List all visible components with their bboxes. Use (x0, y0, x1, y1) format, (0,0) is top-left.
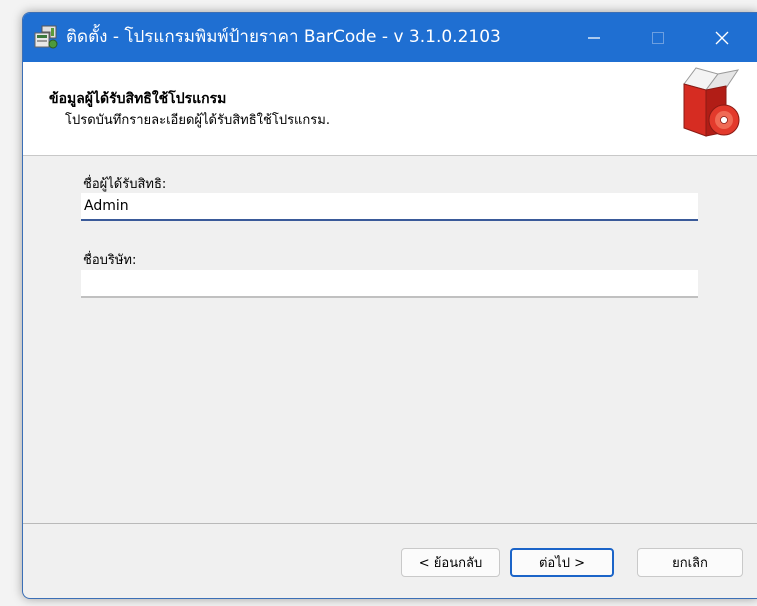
licensee-name-input[interactable] (81, 193, 698, 221)
close-button[interactable] (690, 13, 754, 62)
company-label: ชื่อบริษัท: (83, 253, 137, 268)
installer-window: ติดตั้ง - โปรแกรมพิมพ์ป้ายราคา BarCode -… (22, 12, 757, 599)
maximize-icon (652, 31, 664, 44)
close-icon (715, 31, 729, 44)
company-name-input[interactable] (81, 270, 698, 298)
window-title: ติดตั้ง - โปรแกรมพิมพ์ป้ายราคา BarCode -… (66, 27, 501, 47)
wizard-header: ข้อมูลผู้ได้รับสิทธิใช้โปรแกรม โปรดบันทึ… (23, 62, 757, 156)
minimize-button[interactable] (562, 13, 626, 62)
minimize-icon (588, 36, 600, 39)
next-button[interactable]: ต่อไป > (510, 548, 614, 577)
back-button[interactable]: < ย้อนกลับ (401, 548, 500, 577)
cancel-button[interactable]: ยกเลิก (637, 548, 743, 577)
page-title: ข้อมูลผู้ได้รับสิทธิใช้โปรแกรม (49, 91, 227, 107)
title-bar[interactable]: ติดตั้ง - โปรแกรมพิมพ์ป้ายราคา BarCode -… (23, 13, 757, 62)
licensee-label: ชื่อผู้ได้รับสิทธิ: (83, 177, 167, 192)
software-box-icon (683, 67, 740, 137)
footer-divider (23, 523, 757, 524)
installer-icon (34, 25, 58, 49)
page-subtitle: โปรดบันทึกรายละเอียดผู้ได้รับสิทธิใช้โปร… (65, 113, 330, 128)
maximize-button[interactable] (626, 13, 690, 62)
